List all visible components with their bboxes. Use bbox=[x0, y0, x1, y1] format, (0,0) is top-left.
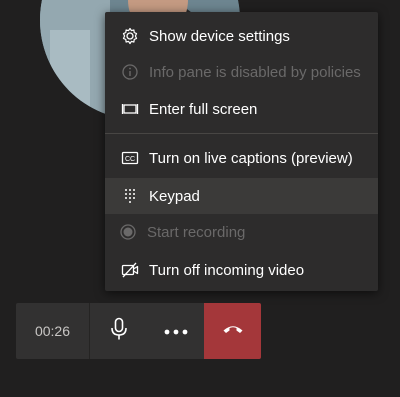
menu-item-device-settings[interactable]: Show device settings bbox=[105, 18, 378, 54]
fullscreen-icon bbox=[120, 99, 140, 119]
menu-item-incoming-video[interactable]: Turn off incoming video bbox=[105, 252, 378, 288]
menu-item-label: Info pane is disabled by policies bbox=[149, 63, 361, 81]
menu-item-label: Start recording bbox=[147, 223, 246, 241]
menu-item-label: Turn off incoming video bbox=[149, 261, 305, 279]
menu-item-label: Show device settings bbox=[149, 27, 290, 45]
menu-item-label: Turn on live captions (preview) bbox=[149, 149, 353, 167]
menu-item-start-recording: Start recording bbox=[105, 214, 378, 250]
hang-up-button[interactable] bbox=[204, 303, 261, 359]
menu-item-info-pane: Info pane is disabled by policies bbox=[105, 54, 378, 90]
call-stage: Show device settings Info pane is disabl… bbox=[0, 0, 400, 397]
more-icon bbox=[164, 322, 188, 340]
keypad-icon bbox=[120, 186, 140, 206]
menu-item-label: Enter full screen bbox=[149, 100, 258, 118]
microphone-icon bbox=[109, 317, 129, 346]
menu-item-label: Keypad bbox=[149, 187, 200, 205]
menu-divider bbox=[105, 133, 378, 134]
more-actions-menu: Show device settings Info pane is disabl… bbox=[105, 12, 378, 291]
video-off-icon bbox=[120, 260, 140, 280]
call-timer: 00:26 bbox=[16, 303, 90, 359]
menu-item-keypad[interactable]: Keypad bbox=[105, 178, 378, 214]
call-controls-bar: 00:26 bbox=[16, 303, 261, 359]
info-icon bbox=[120, 62, 140, 82]
record-icon bbox=[118, 222, 138, 242]
svg-text:CC: CC bbox=[125, 156, 135, 163]
more-actions-button[interactable] bbox=[147, 303, 204, 359]
mute-button[interactable] bbox=[90, 303, 147, 359]
captions-icon: CC bbox=[120, 148, 140, 168]
menu-item-full-screen[interactable]: Enter full screen bbox=[105, 91, 378, 127]
gear-icon bbox=[120, 26, 140, 46]
hang-up-icon bbox=[222, 322, 244, 340]
menu-item-live-captions[interactable]: CC Turn on live captions (preview) bbox=[105, 140, 378, 176]
